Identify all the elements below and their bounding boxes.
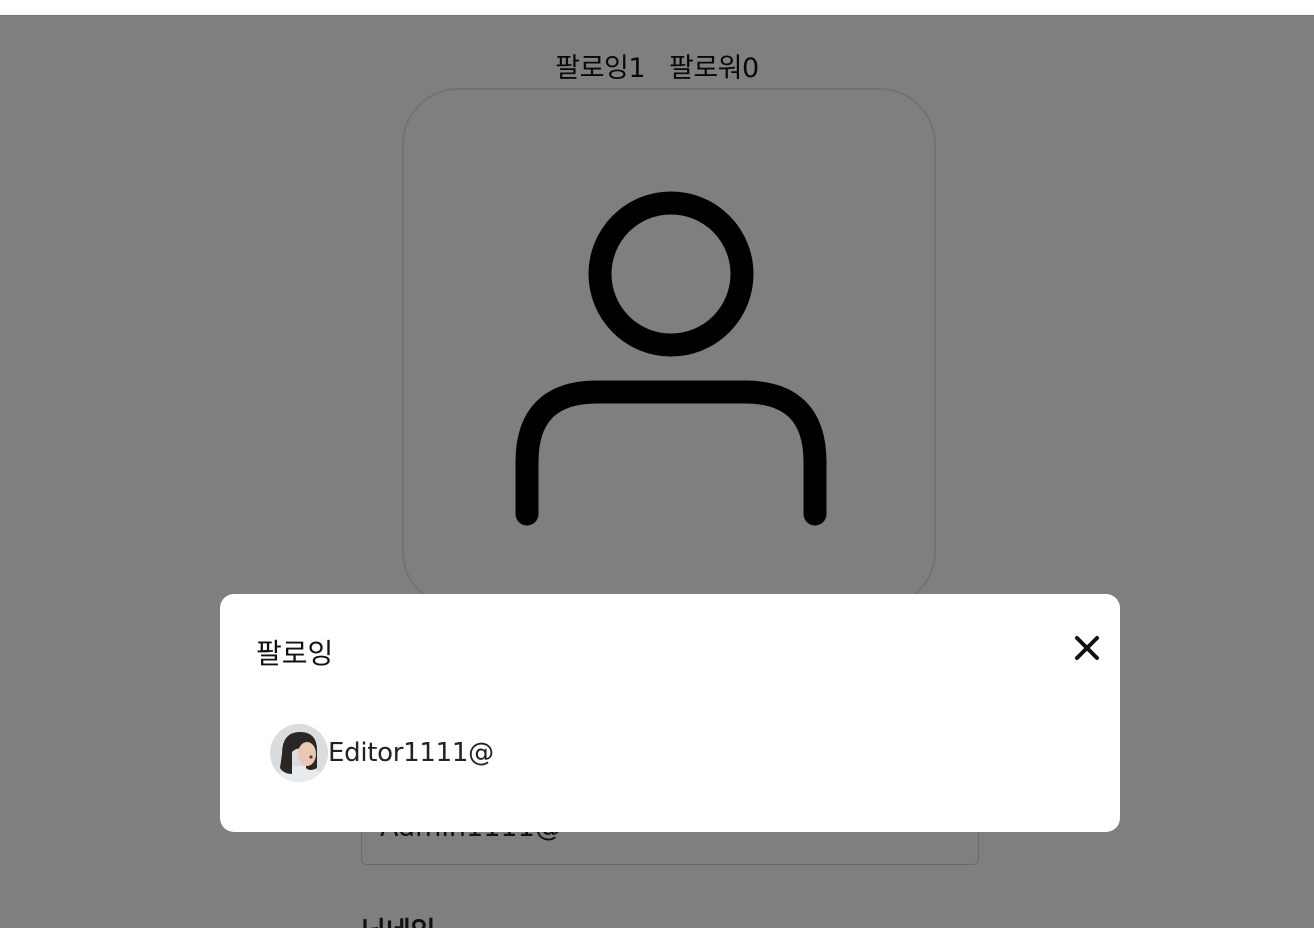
user-photo-icon xyxy=(270,724,328,782)
following-user-row[interactable]: Editor1111@ xyxy=(270,724,494,782)
modal-title: 팔로잉 xyxy=(256,637,334,670)
top-bar xyxy=(0,0,1314,16)
profile-page: 팔로잉1팔로워0 Admin1111@ 닉네임 팔로잉 xyxy=(0,0,1314,928)
close-button[interactable] xyxy=(1073,634,1101,662)
following-user-name[interactable]: Editor1111@ xyxy=(328,738,494,768)
close-icon xyxy=(1075,636,1099,660)
avatar[interactable] xyxy=(270,724,328,782)
following-modal: 팔로잉 Editor1111@ xyxy=(220,594,1120,832)
